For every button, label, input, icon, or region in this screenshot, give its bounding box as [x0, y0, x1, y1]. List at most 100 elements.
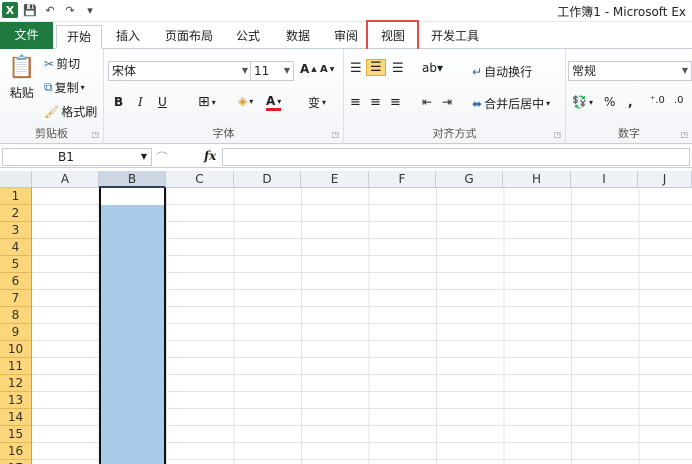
column-header-a[interactable]: A	[32, 171, 99, 188]
paste-button[interactable]: 📋 粘贴	[8, 55, 35, 101]
merge-center-button[interactable]: ⬌ 合并后居中 ▾	[472, 95, 550, 112]
clipboard-group: 📋 粘贴 ✂ 剪切 ⧉ 复制 ▾ 🖌 格式刷 剪贴板 ◳	[0, 49, 104, 144]
dialog-launcher-icon[interactable]: ◳	[331, 130, 339, 139]
insert-function-button[interactable]: fx	[204, 149, 216, 163]
align-right-button[interactable]: ≡	[390, 95, 401, 110]
row-header-7[interactable]: 7	[0, 290, 32, 307]
chevron-down-icon: ▾	[80, 83, 85, 92]
font-color-button[interactable]: A ▾	[266, 94, 282, 111]
scissors-icon: ✂	[44, 56, 55, 71]
select-all-button[interactable]	[0, 171, 32, 188]
clipboard-group-label: 剪贴板	[35, 127, 68, 140]
column-header-d[interactable]: D	[234, 171, 301, 188]
italic-button[interactable]: I	[138, 95, 143, 109]
customize-toolbar-icon[interactable]: ▾	[82, 2, 98, 18]
column-header-j[interactable]: J	[638, 171, 692, 188]
tab-review[interactable]: 审阅	[326, 25, 366, 49]
fill-bucket-icon: ◈	[238, 94, 248, 108]
tab-home[interactable]: 开始	[56, 25, 102, 49]
row-header-8[interactable]: 8	[0, 307, 32, 324]
tab-formulas[interactable]: 公式	[228, 25, 268, 49]
selected-column-b[interactable]	[99, 188, 166, 464]
increase-indent-icon: ⇥	[442, 95, 453, 109]
comma-button[interactable]: ,	[628, 95, 633, 109]
row-header-17[interactable]: 17	[0, 460, 32, 464]
tab-data[interactable]: 数据	[278, 25, 318, 49]
align-top-button[interactable]: ☰	[350, 61, 362, 76]
orientation-icon: ab▾	[422, 61, 443, 75]
active-cell-b1[interactable]	[101, 188, 164, 205]
underline-button[interactable]: U	[158, 95, 167, 109]
number-format-select[interactable]: 常规 ▼	[568, 61, 692, 81]
column-header-c[interactable]: C	[166, 171, 234, 188]
font-size-select[interactable]: 11 ▼	[250, 61, 294, 81]
align-top-icon: ☰	[350, 61, 362, 76]
alignment-group-label: 对齐方式	[432, 127, 477, 140]
tab-file[interactable]: 文件	[0, 22, 53, 49]
row-header-12[interactable]: 12	[0, 375, 32, 392]
increase-indent-button[interactable]: ⇥	[442, 95, 452, 109]
save-icon[interactable]: 💾	[22, 2, 38, 18]
row-header-10[interactable]: 10	[0, 341, 32, 358]
decrease-indent-button[interactable]: ⇤	[422, 95, 432, 109]
bold-button[interactable]: B	[114, 95, 123, 109]
align-center-button[interactable]: ≡	[370, 95, 381, 110]
wrap-text-button[interactable]: ↵ 自动换行	[472, 63, 532, 80]
undo-icon[interactable]: ↶	[42, 2, 58, 18]
column-header-e[interactable]: E	[301, 171, 369, 188]
row-header-15[interactable]: 15	[0, 426, 32, 443]
quick-access-toolbar: X 💾 ↶ ↷ ▾	[2, 2, 98, 18]
row-header-16[interactable]: 16	[0, 443, 32, 460]
font-name-select[interactable]: 宋体 ▼	[108, 61, 252, 81]
row-header-1[interactable]: 1	[0, 188, 32, 205]
borders-button[interactable]: ⊞ ▾	[198, 94, 216, 110]
fill-color-button[interactable]: ◈ ▾	[238, 94, 253, 108]
grow-font-button[interactable]: A ▲	[300, 62, 317, 76]
decrease-indent-icon: ⇤	[422, 95, 433, 109]
fx-area: ⌒ fx	[152, 148, 222, 166]
format-painter-button[interactable]: 🖌 格式刷	[44, 103, 97, 120]
resize-handle-icon[interactable]: ⌒	[156, 149, 168, 166]
decrease-decimal-button[interactable]: .0	[674, 95, 684, 106]
accounting-format-button[interactable]: 💱 ▾	[572, 95, 593, 109]
tab-developer[interactable]: 开发工具	[424, 25, 486, 49]
align-left-button[interactable]: ≡	[350, 95, 361, 110]
tab-insert[interactable]: 插入	[108, 25, 148, 49]
row-header-14[interactable]: 14	[0, 409, 32, 426]
percent-button[interactable]: %	[604, 95, 615, 109]
row-header-3[interactable]: 3	[0, 222, 32, 239]
dialog-launcher-icon[interactable]: ◳	[680, 130, 688, 139]
increase-decimal-button[interactable]: ⁺.0	[650, 95, 665, 106]
column-header-h[interactable]: H	[503, 171, 571, 188]
name-box[interactable]: B1 ▼	[2, 148, 152, 166]
chevron-down-icon: ▾	[588, 97, 593, 107]
row-header-5[interactable]: 5	[0, 256, 32, 273]
align-middle-button[interactable]: ☰	[366, 59, 386, 76]
phonetic-button[interactable]: 变 ▾	[308, 94, 326, 111]
formula-input[interactable]	[222, 148, 690, 166]
shrink-font-button[interactable]: A ▼	[320, 64, 334, 75]
column-header-g[interactable]: G	[436, 171, 503, 188]
chevron-down-icon: ▾	[211, 97, 216, 107]
row-header-2[interactable]: 2	[0, 205, 32, 222]
column-header-f[interactable]: F	[369, 171, 436, 188]
row-header-6[interactable]: 6	[0, 273, 32, 290]
column-header-i[interactable]: I	[571, 171, 638, 188]
dialog-launcher-icon[interactable]: ◳	[91, 130, 99, 139]
shrink-font-icon: A	[320, 64, 328, 75]
chevron-down-icon: ▾	[249, 96, 254, 106]
tab-page-layout[interactable]: 页面布局	[158, 25, 220, 49]
cut-button[interactable]: ✂ 剪切	[44, 55, 80, 72]
copy-button[interactable]: ⧉ 复制 ▾	[44, 79, 85, 96]
row-header-11[interactable]: 11	[0, 358, 32, 375]
align-bottom-button[interactable]: ☰	[392, 61, 404, 76]
redo-icon[interactable]: ↷	[62, 2, 78, 18]
orientation-button[interactable]: ab▾	[422, 61, 443, 75]
column-header-b[interactable]: B	[99, 171, 166, 188]
increase-decimal-icon: ⁺.0	[650, 95, 665, 106]
row-header-13[interactable]: 13	[0, 392, 32, 409]
row-header-9[interactable]: 9	[0, 324, 32, 341]
wrap-text-label: 自动换行	[484, 65, 533, 79]
dialog-launcher-icon[interactable]: ◳	[553, 130, 561, 139]
row-header-4[interactable]: 4	[0, 239, 32, 256]
